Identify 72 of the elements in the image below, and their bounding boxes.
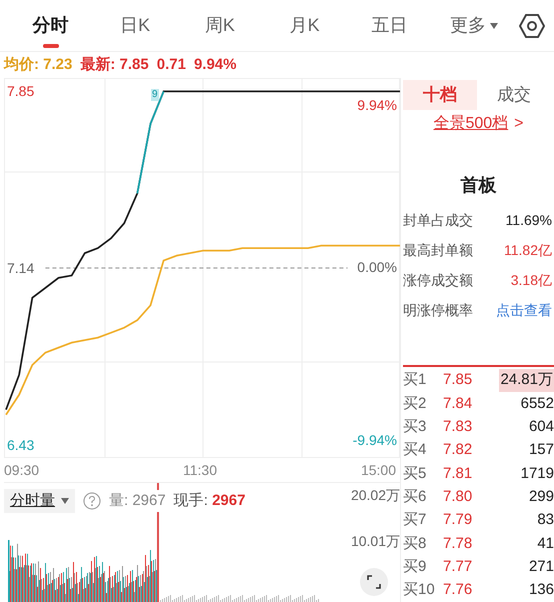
bid-volume: 271 bbox=[528, 556, 554, 577]
price-marker: 9 bbox=[151, 89, 159, 101]
average-price: 均价: 7.23 bbox=[4, 54, 72, 75]
percent-change: 9.94% bbox=[194, 54, 236, 75]
chart-tab[interactable]: 更多 bbox=[432, 4, 516, 48]
tab-underline bbox=[43, 44, 59, 48]
bid-price: 7.83 bbox=[443, 417, 474, 438]
stat-value: 3.18亿 bbox=[510, 270, 552, 290]
stat-label: 明涨停概率 bbox=[403, 300, 473, 320]
time-label: 09:30 bbox=[4, 460, 40, 480]
side-tab[interactable]: 成交 bbox=[477, 80, 551, 110]
bid-volume: 83 bbox=[537, 510, 554, 530]
axis-label: 6.43 bbox=[7, 436, 34, 454]
help-icon[interactable] bbox=[83, 492, 101, 510]
stat-value: 11.69% bbox=[506, 210, 552, 230]
side-tab[interactable]: 十档 bbox=[403, 80, 477, 110]
view-link[interactable]: 点击查看 bbox=[496, 300, 552, 320]
bid-volume: 1719 bbox=[520, 464, 554, 484]
axis-label: 7.85 bbox=[7, 82, 34, 100]
bid-price: 7.76 bbox=[443, 580, 474, 600]
bid-label: 买6 bbox=[403, 486, 428, 507]
stat-label: 封单占成交 bbox=[403, 210, 473, 230]
depth-link[interactable]: 全景500档 bbox=[433, 112, 508, 136]
chevron-icon: > bbox=[514, 112, 524, 136]
stat-value: 11.82亿 bbox=[504, 240, 552, 260]
bid-label: 买7 bbox=[403, 510, 428, 530]
bid-label: 买5 bbox=[403, 464, 428, 484]
bid-price: 7.82 bbox=[443, 440, 474, 460]
bid-label: 买8 bbox=[403, 534, 428, 554]
bid-price: 7.80 bbox=[443, 486, 474, 507]
chart-tab[interactable]: 五日 bbox=[347, 4, 432, 48]
fullscreen-icon bbox=[367, 575, 381, 589]
fullscreen-button[interactable] bbox=[360, 568, 388, 596]
bid-label: 买4 bbox=[403, 440, 428, 460]
axis-label: -9.94% bbox=[352, 431, 397, 450]
board-title: 首板 bbox=[460, 174, 496, 197]
bid-price: 7.84 bbox=[443, 394, 474, 414]
time-label: 11:30 bbox=[183, 460, 217, 480]
time-label: 15:00 bbox=[360, 460, 396, 480]
bid-label: 买3 bbox=[403, 417, 428, 438]
caret-icon bbox=[61, 498, 69, 504]
bid-price: 7.81 bbox=[443, 464, 474, 484]
bid-label: 买9 bbox=[403, 556, 428, 577]
bid-price: 7.85 bbox=[443, 370, 474, 390]
chart-tab[interactable]: 周K bbox=[178, 4, 262, 48]
volume-value: 量: 2967 bbox=[109, 490, 166, 512]
bid-price: 7.78 bbox=[443, 534, 474, 554]
axis-label: 9.94% bbox=[357, 96, 397, 115]
bid-volume: 24.81万 bbox=[499, 369, 554, 392]
settings-icon bbox=[519, 12, 546, 38]
axis-label: 10.01万 bbox=[350, 532, 400, 551]
axis-label: 20.02万 bbox=[350, 486, 400, 505]
volume-selector[interactable]: 分时量 bbox=[4, 489, 75, 513]
price-change: 0.71 bbox=[156, 54, 186, 75]
chart-tab[interactable]: 分时 bbox=[8, 4, 93, 48]
bid-label: 买1 bbox=[403, 370, 428, 390]
latest-price: 最新: 7.85 bbox=[80, 54, 149, 75]
bid-volume: 136 bbox=[528, 580, 554, 600]
bid-volume: 157 bbox=[528, 440, 554, 460]
bid-label: 买10 bbox=[403, 580, 436, 600]
bid-price: 7.79 bbox=[443, 510, 474, 530]
bid-label: 买2 bbox=[403, 394, 428, 414]
bid-volume: 604 bbox=[528, 417, 554, 438]
bid-price: 7.77 bbox=[443, 556, 474, 577]
current-hand: 现手: 2967 bbox=[174, 490, 246, 511]
bid-volume: 41 bbox=[537, 534, 554, 554]
stat-label: 涨停成交额 bbox=[403, 270, 473, 290]
bid-volume: 299 bbox=[528, 486, 554, 507]
chart-tab[interactable]: 日K bbox=[92, 4, 178, 48]
bid-volume: 6552 bbox=[520, 394, 554, 414]
stat-label: 最高封单额 bbox=[403, 240, 473, 260]
chart-tab[interactable]: 月K bbox=[262, 4, 347, 48]
